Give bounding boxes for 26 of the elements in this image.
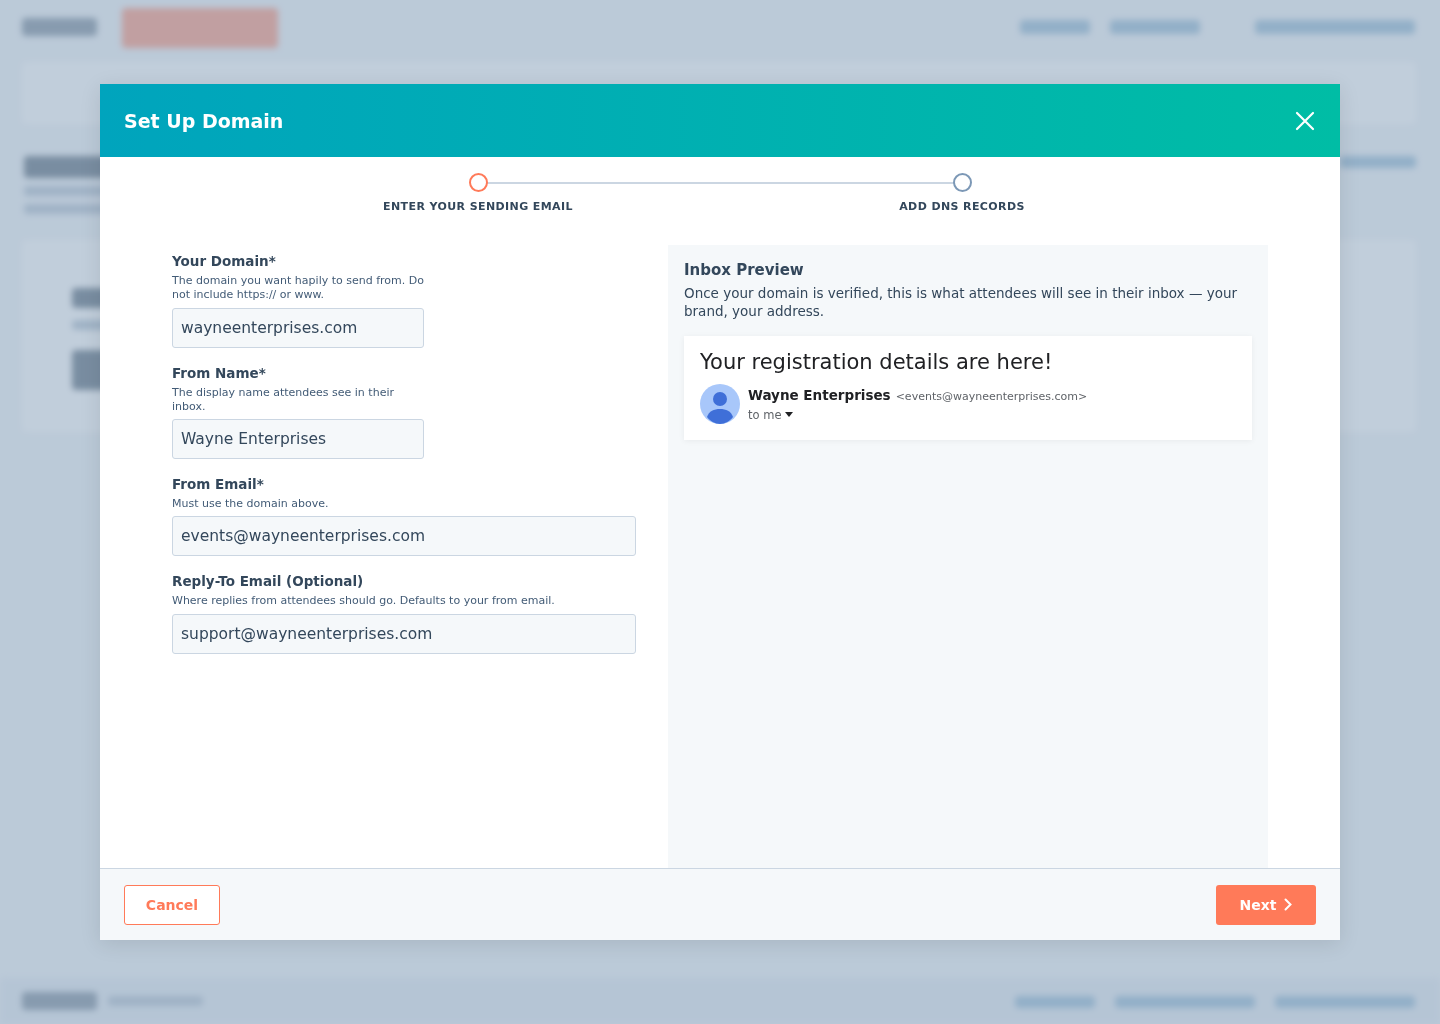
modal-title: Set Up Domain — [124, 109, 284, 132]
sender-address: <events@wayneenterprises.com> — [895, 389, 1088, 403]
field-hint: Where replies from attendees should go. Defaults to your from email. — [172, 594, 556, 609]
caret-icon — [785, 412, 794, 418]
field-label: From Email* — [172, 476, 265, 493]
step-label: ENTER YOUR SENDING EMAIL — [383, 200, 573, 213]
field-label: Reply-To Email (Optional) — [172, 573, 365, 590]
close-icon — [1294, 109, 1316, 132]
field-hint: The display name attendees see in their inbox. — [172, 385, 395, 415]
field-label: Your Domain* — [172, 253, 277, 269]
field-hint: The domain you want hapily to send from. Do not include https:// or www. — [172, 274, 424, 303]
email-subject: Your registration details are here! — [700, 350, 1054, 375]
close-button[interactable] — [1294, 109, 1316, 132]
chevron-right-icon — [1284, 898, 1293, 911]
field-hint: Must use the domain above. — [172, 497, 330, 512]
field-label: From Name* — [172, 364, 267, 381]
input-field[interactable]: Wayne Enterprises — [172, 419, 424, 460]
avatar-icon — [700, 384, 740, 425]
preview-description: Once your domain is verified, this is what attendees will see in their inbox — your brand, your address. — [684, 284, 1239, 321]
sender-name: Wayne Enterprises — [748, 386, 891, 403]
input-field[interactable]: events@wayneenterprises.com — [172, 516, 636, 557]
step-label: ADD DNS RECORDS — [899, 200, 1025, 213]
input-field[interactable]: wayneenterprises.com — [172, 307, 424, 348]
recipient-label: to me — [748, 407, 782, 422]
preview-title: Inbox Preview — [684, 261, 805, 279]
input-field[interactable]: support@wayneenterprises.com — [172, 613, 636, 654]
